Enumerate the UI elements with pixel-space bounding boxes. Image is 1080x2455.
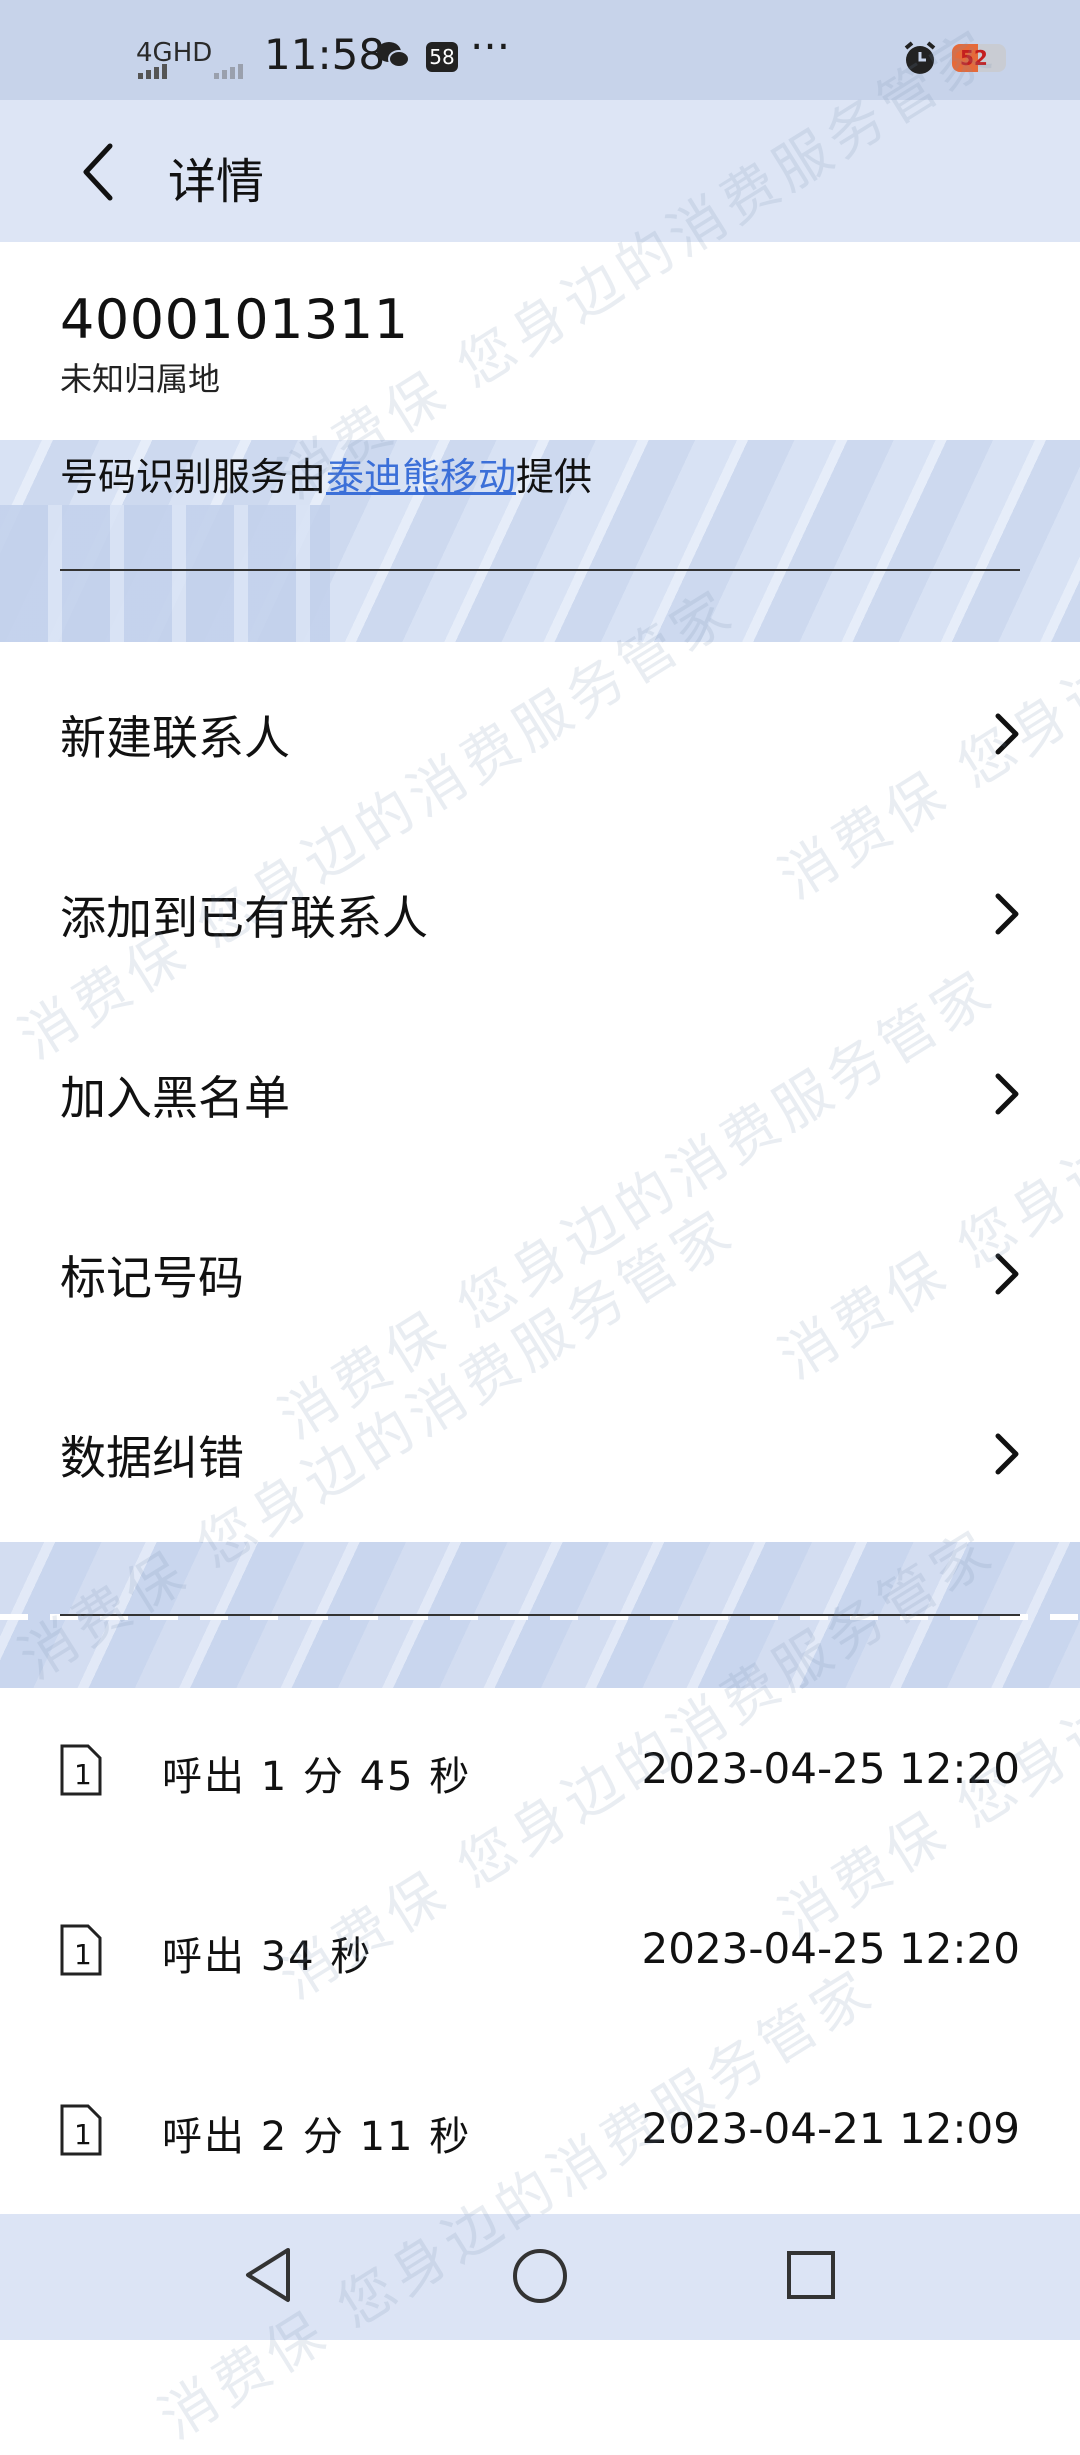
provider-text: 号码识别服务由泰迪熊移动提供 xyxy=(60,446,592,501)
signal-icon xyxy=(138,60,170,79)
call-log-row[interactable]: 1 呼出 2 分 11 秒 2023-04-21 12:09 xyxy=(0,2050,1080,2230)
menu-label: 数据纠错 xyxy=(60,1431,244,1485)
call-type: 呼出 2 分 11 秒 xyxy=(162,2114,472,2160)
notification-badge: 58 xyxy=(426,42,458,72)
nav-back-icon[interactable] xyxy=(240,2244,296,2306)
menu-mark-number[interactable]: 标记号码 xyxy=(0,1182,1080,1362)
provider-prefix: 号码识别服务由 xyxy=(60,455,327,499)
call-time: 2023-04-21 12:09 xyxy=(641,2104,1020,2153)
more-notifications-icon: ··· xyxy=(470,22,511,71)
page-title: 详情 xyxy=(168,154,265,210)
call-log-row[interactable]: 1 呼出 1 分 45 秒 2023-04-25 12:20 xyxy=(0,1690,1080,1870)
chevron-right-icon xyxy=(995,1433,1019,1475)
battery-icon: 52 xyxy=(952,44,1006,72)
banner-decoration xyxy=(0,505,330,642)
menu-add-to-existing[interactable]: 添加到已有联系人 xyxy=(0,822,1080,1002)
phone-number: 4000101311 xyxy=(60,288,409,351)
menu-label: 加入黑名单 xyxy=(60,1071,290,1125)
menu-label: 新建联系人 xyxy=(60,711,290,765)
call-type: 呼出 34 秒 xyxy=(162,1934,373,1980)
call-type: 呼出 1 分 45 秒 xyxy=(162,1754,472,1800)
provider-suffix: 提供 xyxy=(516,455,593,499)
call-time: 2023-04-25 12:20 xyxy=(641,1744,1020,1793)
chevron-right-icon xyxy=(995,713,1019,755)
menu-label: 添加到已有联系人 xyxy=(60,891,428,945)
nav-recents-icon[interactable] xyxy=(786,2250,836,2300)
divider xyxy=(60,569,1020,571)
chevron-right-icon xyxy=(995,1073,1019,1115)
number-location: 未知归属地 xyxy=(60,360,221,398)
menu-new-contact[interactable]: 新建联系人 xyxy=(0,642,1080,822)
menu-data-correction[interactable]: 数据纠错 xyxy=(0,1362,1080,1542)
call-log-row[interactable]: 1 呼出 34 秒 2023-04-25 12:20 xyxy=(0,1870,1080,2050)
sim-number: 1 xyxy=(74,2118,92,2151)
menu-label: 标记号码 xyxy=(60,1251,244,1305)
back-arrow-icon[interactable] xyxy=(78,140,118,204)
menu-blacklist[interactable]: 加入黑名单 xyxy=(0,1002,1080,1182)
chevron-right-icon xyxy=(995,1253,1019,1295)
wechat-icon xyxy=(376,40,410,70)
chevron-right-icon xyxy=(995,893,1019,935)
sim-number: 1 xyxy=(74,1758,92,1791)
nav-home-icon[interactable] xyxy=(512,2248,568,2304)
signal-icon-sim2 xyxy=(214,60,246,79)
app-header xyxy=(0,100,1080,242)
provider-link[interactable]: 泰迪熊移动 xyxy=(326,455,516,499)
call-time: 2023-04-25 12:20 xyxy=(641,1924,1020,1973)
divider xyxy=(60,1614,1020,1616)
sim-number: 1 xyxy=(74,1938,92,1971)
alarm-icon xyxy=(902,40,938,76)
clock: 11:58 xyxy=(264,30,386,79)
